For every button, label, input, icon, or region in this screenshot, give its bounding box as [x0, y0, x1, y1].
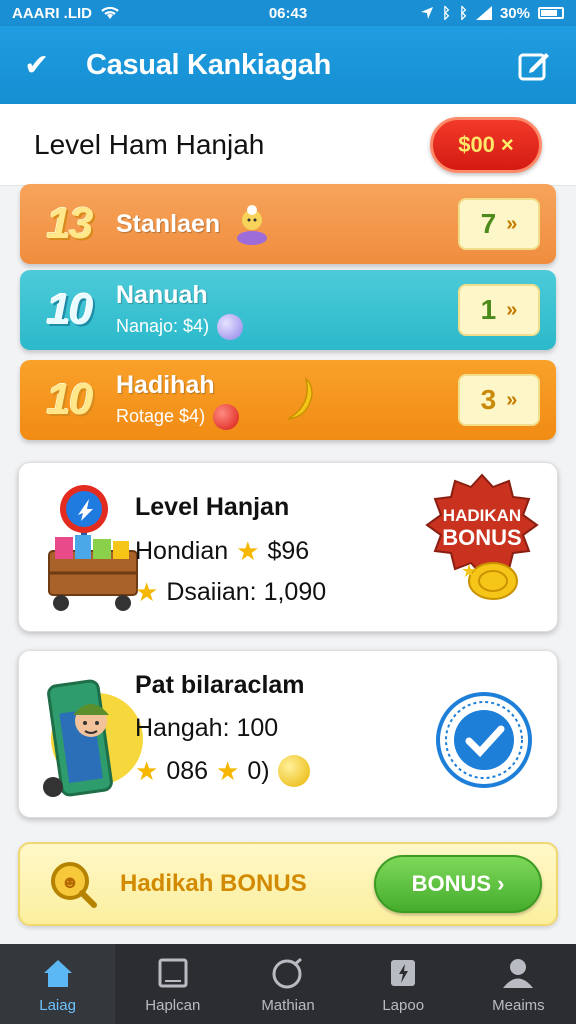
row-number: 13: [46, 199, 94, 248]
star-icon: ★: [216, 755, 240, 786]
count-button[interactable]: 7 »: [458, 198, 540, 250]
badge-icon: [391, 959, 416, 986]
count-button[interactable]: 1 »: [458, 284, 540, 336]
list-item[interactable]: 10 Nanuah Nanajo: $4) 1 »: [20, 270, 556, 350]
bluetooth-icon: ᛒ: [441, 4, 451, 22]
chevron-icon: »: [506, 212, 518, 235]
card-line-text: Dsaiian: 1,090: [166, 578, 327, 606]
count-button[interactable]: 3 »: [458, 374, 540, 426]
genie-icon: [237, 205, 268, 245]
count-value: 7: [480, 208, 497, 239]
app-bar: ✔ Casual Kankiagah: [0, 26, 576, 104]
verified-badge-icon: [436, 692, 532, 788]
count-value: 3: [480, 384, 497, 415]
battery-icon: [538, 7, 564, 19]
bonus-button[interactable]: BONUS ›: [374, 855, 542, 913]
list-item[interactable]: 13 Stanlaen 7 »: [20, 184, 556, 264]
nav-item-user[interactable]: Meaims: [461, 944, 576, 1024]
status-bar: AAARI .LID 06:43 ᛒ ᛒ 30%: [0, 0, 576, 26]
player-card[interactable]: Pat bilaraclam Hangah: 100 ★ 086 ★ 0): [18, 650, 558, 818]
badge-text-2: BONUS: [442, 525, 521, 550]
count-value: 1: [480, 294, 497, 325]
row-title: Nanuah: [116, 280, 208, 309]
home-icon: [43, 959, 72, 987]
bottom-nav: Laiag Haplcan Mathian Lapoo Meaims: [0, 944, 576, 1024]
chevron-icon: »: [506, 388, 518, 411]
nav-label: Meaims: [492, 996, 545, 1014]
price-button[interactable]: $00 ×: [430, 116, 542, 173]
svg-text:★: ★: [461, 561, 477, 581]
nav-item-circle[interactable]: Mathian: [230, 944, 345, 1024]
banana-icon: [287, 377, 313, 420]
price-label: $00: [458, 131, 495, 157]
close-icon: ×: [500, 131, 514, 157]
nav-item-badge[interactable]: Lapoo: [346, 944, 461, 1024]
gem-icon: [217, 313, 244, 340]
row-number: 10: [46, 375, 94, 424]
card-line-label: Hondian: [135, 537, 229, 565]
bluetooth-icon-2: ᛒ: [458, 4, 468, 22]
check-icon[interactable]: ✔: [24, 48, 64, 83]
row-title: Hadihah: [116, 370, 215, 399]
coin-icon: [277, 755, 310, 787]
bonus-button-label: BONUS: [411, 871, 492, 896]
card-title: Pat bilaraclam: [135, 671, 305, 699]
clock: 06:43: [268, 4, 308, 22]
svg-text:☻: ☻: [61, 872, 80, 892]
chevron-icon: »: [506, 298, 518, 321]
star-icon: ★: [135, 755, 159, 786]
nav-item-tablet[interactable]: Haplcan: [115, 944, 230, 1024]
red-coin-icon: [213, 403, 240, 430]
treasure-chest-icon: [48, 485, 138, 611]
row-subtitle: Rotage $4): [116, 406, 206, 426]
row-title: Stanlaen: [116, 209, 221, 238]
bonus-label: Hadikah BONUS: [120, 870, 307, 897]
battery-percent: 30%: [499, 4, 530, 22]
bonus-badge-icon: HADIKAN BONUS ★: [425, 473, 539, 600]
bonus-search-icon: ☻: [51, 862, 97, 908]
bonus-bar: ☻ Hadikah BONUS BONUS ›: [18, 842, 558, 926]
card-line-value: 086: [166, 756, 209, 785]
row-subtitle: Nanajo: $4): [116, 316, 210, 336]
location-icon: [420, 7, 433, 19]
edit-icon[interactable]: [516, 47, 552, 83]
star-icon: ★: [135, 577, 159, 607]
chevron-right-icon: ›: [497, 871, 505, 896]
character-phone-icon: [43, 679, 143, 797]
circle-icon: [272, 957, 302, 988]
carrier-label: AAARI .LID: [12, 4, 92, 22]
tablet-icon: [158, 958, 188, 987]
row-number: 10: [46, 285, 94, 334]
user-icon: [503, 958, 534, 988]
app-title: Casual Kankiagah: [86, 48, 332, 81]
card-line-text: Hangah: 100: [135, 714, 279, 742]
level-title: Level Ham Hanjah: [34, 128, 265, 160]
wifi-icon: [101, 6, 119, 19]
card-title: Level Hanjan: [135, 493, 290, 521]
level-card[interactable]: Level Hanjan Hondian ★ $96 ★ Dsaiian: 1,…: [18, 462, 558, 632]
nav-label: Haplcan: [145, 996, 201, 1014]
nav-item-home[interactable]: Laiag: [0, 944, 116, 1024]
card-line-value: $96: [267, 537, 310, 565]
nav-label: Lapoo: [382, 996, 425, 1014]
card-line-value: 0): [247, 756, 270, 785]
nav-label: Laiag: [39, 996, 76, 1014]
nav-label: Mathian: [261, 996, 315, 1014]
star-icon: ★: [236, 536, 260, 566]
badge-text-1: HADIKAN: [443, 506, 521, 525]
list-item[interactable]: 10 Hadihah Rotage $4) 3 »: [20, 360, 556, 440]
signal-icon: [475, 6, 492, 20]
level-header: Level Ham Hanjah $00 ×: [0, 104, 576, 186]
